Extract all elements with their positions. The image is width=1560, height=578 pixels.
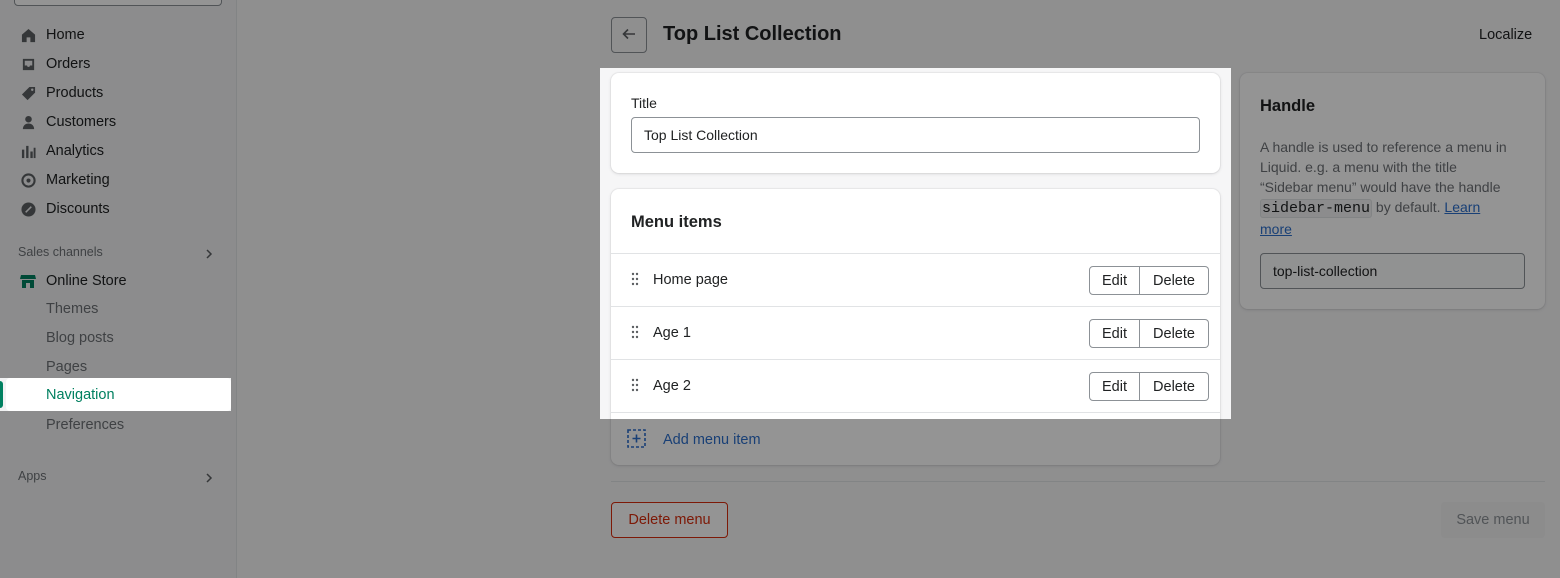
delete-button[interactable]: Delete [1140,319,1209,348]
handle-help-text: A handle is used to reference a menu in … [1260,137,1512,239]
dim-overlay [231,378,600,411]
person-icon [20,114,36,130]
row-actions: Edit Delete [1089,372,1209,401]
delete-button[interactable]: Delete [1140,266,1209,295]
discount-icon [20,201,36,217]
apps-heading: Apps [18,469,47,483]
handle-example-code: sidebar-menu [1260,199,1373,218]
handle-heading: Handle [1260,97,1316,115]
drag-handle-icon[interactable] [631,325,639,339]
list-item: Home page Edit Delete [611,253,1220,306]
sidebar-item-analytics[interactable]: Analytics [0,137,237,165]
arrow-left-icon [621,26,637,45]
sidebar-item-discounts[interactable]: Discounts [0,195,237,223]
back-button[interactable] [611,17,647,53]
chevron-right-icon[interactable] [203,247,215,259]
sidebar-item-label: Orders [46,56,91,72]
search-input[interactable] [14,0,222,6]
sidebar-item-preferences[interactable]: Preferences [0,411,237,439]
edit-button[interactable]: Edit [1089,372,1140,401]
sidebar-item-label: Products [46,85,104,101]
menu-item-label: Age 1 [653,325,691,341]
add-menu-item-button[interactable]: Add menu item [627,429,761,451]
sidebar-item-label: Analytics [46,143,105,159]
help-text-part: by default. [1372,199,1445,215]
sidebar-item-label: Blog posts [46,330,114,346]
sidebar-item-label: Customers [46,114,117,130]
sidebar-item-label: Navigation [46,386,115,403]
footer-divider [611,481,1545,482]
sidebar-item-themes[interactable]: Themes [0,295,237,323]
home-icon [20,27,36,43]
page-title: Top List Collection [663,23,842,45]
drag-handle-icon[interactable] [631,378,639,392]
store-icon [20,273,36,289]
sidebar-item-home[interactable]: Home [0,21,237,49]
sidebar-item-navigation[interactable]: Navigation [6,378,231,411]
edit-button[interactable]: Edit [1089,266,1140,295]
orders-icon [20,56,36,72]
help-text-part: A handle is used to reference a menu in … [1260,139,1507,195]
sidebar-item-products[interactable]: Products [0,79,237,107]
drag-handle-icon[interactable] [631,272,639,286]
title-label: Title [631,95,657,111]
sidebar-item-orders[interactable]: Orders [0,50,237,78]
save-menu-button: Save menu [1441,502,1545,538]
selection-indicator [0,381,3,408]
localize-button[interactable]: Localize [1479,27,1532,43]
title-card: Title [611,73,1220,173]
sidebar-item-label: Preferences [46,417,125,433]
menu-item-label: Age 2 [653,378,691,394]
row-actions: Edit Delete [1089,319,1209,348]
list-item: Age 1 Edit Delete [611,306,1220,359]
sidebar-item-blog-posts[interactable]: Blog posts [0,324,237,352]
sales-channels-heading: Sales channels [18,245,103,259]
sidebar-item-customers[interactable]: Customers [0,108,237,136]
sidebar-item-marketing[interactable]: Marketing [0,166,237,194]
sidebar-item-label: Home [46,27,85,43]
target-icon [20,172,36,188]
row-divider [611,412,1220,413]
sidebar-item-pages[interactable]: Pages [0,353,237,381]
sidebar: Home Orders Products Customers Analytics… [0,0,237,578]
sidebar-item-label: Pages [46,359,88,375]
menu-item-label: Home page [653,272,728,288]
sidebar-item-online-store[interactable]: Online Store [0,267,237,295]
row-actions: Edit Delete [1089,266,1209,295]
title-input[interactable] [631,117,1200,153]
menu-items-card: Menu items Home page Edit Delete Age 1 E… [611,189,1220,465]
edit-button[interactable]: Edit [1089,319,1140,348]
chevron-right-icon[interactable] [203,471,215,483]
delete-button[interactable]: Delete [1140,372,1209,401]
handle-input[interactable] [1260,253,1525,289]
add-square-icon [627,429,646,451]
tag-icon [20,85,36,101]
delete-menu-button[interactable]: Delete menu [611,502,728,538]
bar-chart-icon [20,143,36,159]
list-item: Age 2 Edit Delete [611,359,1220,412]
add-menu-item-label: Add menu item [663,432,761,448]
sidebar-item-label: Themes [46,301,99,317]
sidebar-item-label: Marketing [46,172,110,188]
sidebar-item-label: Online Store [46,273,127,289]
menu-items-heading: Menu items [631,213,722,231]
sidebar-item-label: Discounts [46,201,110,217]
